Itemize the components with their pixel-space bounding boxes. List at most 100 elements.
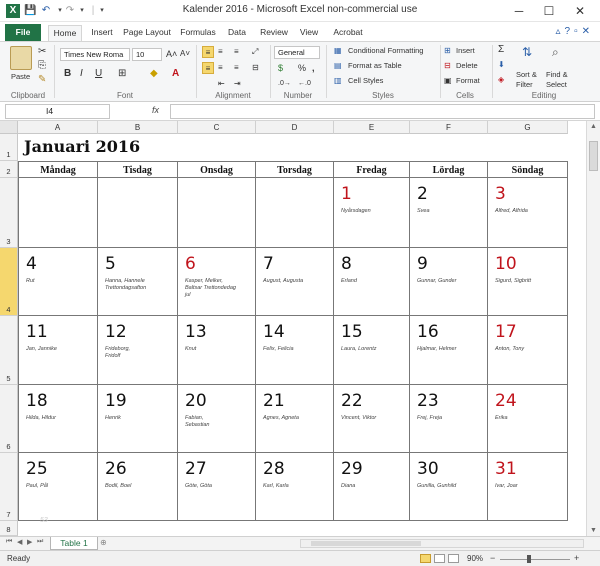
calendar-day-cell[interactable]: 16 Hjalmar, Helmer (410, 316, 488, 385)
close-button[interactable]: ✕ (566, 2, 594, 20)
calendar-day-cell[interactable]: 31 Ivar, Joar (488, 453, 568, 521)
last-sheet-icon[interactable]: ⏭ (37, 538, 43, 546)
calendar-day-cell[interactable]: 22 Vincent, Viktor (334, 385, 410, 453)
italic-button[interactable]: I (80, 68, 83, 80)
calendar-day-cell[interactable]: 17 Anton, Tony (488, 316, 568, 385)
sort-filter-button[interactable]: Sort & Filter (516, 70, 537, 90)
tab-page-layout[interactable]: Page Layout (120, 25, 174, 41)
insert-function-icon[interactable]: fx (152, 105, 159, 115)
window-restore-icon[interactable]: ▫ (574, 26, 582, 37)
delete-cells-button[interactable]: Delete (456, 61, 478, 71)
weekday-header[interactable]: Måndag (18, 161, 98, 178)
calendar-day-cell[interactable]: 28 Karl, Karla (256, 453, 334, 521)
column-header-g[interactable]: G (488, 121, 568, 134)
bold-button[interactable]: B (64, 68, 71, 80)
formula-input[interactable] (170, 104, 595, 119)
currency-button[interactable]: $ (278, 62, 283, 74)
weekday-header[interactable]: Torsdag (256, 161, 334, 178)
calendar-day-cell[interactable]: 10 Sigurd, Sigbritt (488, 248, 568, 316)
calendar-day-cell[interactable]: 5 Hanna, Hannele Trettondagsafton (98, 248, 178, 316)
tab-review[interactable]: Review (256, 25, 292, 41)
horizontal-scrollbar[interactable] (300, 539, 584, 548)
calendar-day-cell[interactable]: 2 Svea (410, 178, 488, 248)
row-header-6[interactable]: 6 (0, 385, 18, 453)
row-header-8[interactable]: 8 (0, 521, 18, 536)
format-cells-button[interactable]: Format (456, 76, 480, 86)
column-header-e[interactable]: E (334, 121, 410, 134)
calendar-day-cell[interactable] (98, 178, 178, 248)
calendar-day-cell[interactable]: 12 Frideborg, Fridolf (98, 316, 178, 385)
maximize-button[interactable]: ☐ (535, 2, 563, 20)
calendar-day-cell[interactable]: 9 Gunnar, Gunder (410, 248, 488, 316)
increase-decimal-icon[interactable]: .0→ (278, 78, 291, 90)
tab-insert[interactable]: Insert (86, 25, 118, 41)
help-icon[interactable]: ? (565, 26, 575, 37)
conditional-formatting-button[interactable]: Conditional Formatting (348, 46, 423, 56)
decrease-indent-icon[interactable]: ⇤ (218, 78, 225, 90)
next-sheet-icon[interactable]: ▶ (27, 538, 32, 546)
calendar-day-cell[interactable] (178, 178, 256, 248)
calendar-day-cell[interactable]: 26 Bodil, Boel (98, 453, 178, 521)
calendar-day-cell[interactable]: 7 August, Augusta (256, 248, 334, 316)
autosum-button[interactable]: Σ (498, 44, 504, 56)
underline-button[interactable]: U (95, 68, 102, 80)
align-top-icon[interactable]: ≡ (202, 46, 214, 58)
tab-data[interactable]: Data (222, 25, 252, 41)
font-color-icon[interactable]: A (172, 68, 179, 80)
calendar-day-cell[interactable] (18, 178, 98, 248)
zoom-slider-thumb[interactable] (527, 555, 531, 563)
calendar-day-cell[interactable]: 29 Diana (334, 453, 410, 521)
calendar-day-cell[interactable]: 20 Fabian, Sebastian (178, 385, 256, 453)
copy-icon[interactable]: ⎘ (38, 60, 46, 72)
insert-cells-button[interactable]: Insert (456, 46, 475, 56)
calendar-day-cell[interactable]: 14 Felix, Felicia (256, 316, 334, 385)
tab-acrobat[interactable]: Acrobat (328, 25, 368, 41)
calendar-day-cell[interactable]: 19 Henrik (98, 385, 178, 453)
row-header-1[interactable]: 1 (0, 134, 18, 161)
comma-button[interactable]: , (312, 62, 315, 74)
weekday-header[interactable]: Lördag (410, 161, 488, 178)
calendar-day-cell[interactable]: 8 Erland (334, 248, 410, 316)
normal-view-button[interactable] (420, 554, 431, 563)
decrease-decimal-icon[interactable]: ←.0 (298, 78, 311, 90)
clear-icon[interactable]: ◈ (498, 74, 504, 86)
minimize-ribbon-icon[interactable]: ▵ (555, 26, 564, 37)
calendar-day-cell[interactable]: 30 Gunilla, Gunhild (410, 453, 488, 521)
tab-file[interactable]: File (5, 24, 41, 41)
calendar-day-cell[interactable]: 1 Nyårsdagen (334, 178, 410, 248)
sheet-tab-table1[interactable]: Table 1 (50, 537, 98, 550)
fill-color-icon[interactable]: ◆ (150, 68, 158, 80)
calendar-day-cell[interactable]: 24 Erika (488, 385, 568, 453)
row-header-5[interactable]: 5 (0, 316, 18, 385)
calendar-day-cell[interactable]: 18 Hilda, Hildur (18, 385, 98, 453)
format-painter-icon[interactable]: ✎ (38, 74, 46, 86)
zoom-slider-track[interactable] (500, 559, 570, 560)
calendar-day-cell[interactable]: 13 Knut (178, 316, 256, 385)
page-layout-view-button[interactable] (434, 554, 445, 563)
weekday-header[interactable]: Söndag (488, 161, 568, 178)
align-bottom-icon[interactable]: ≡ (234, 46, 239, 58)
shrink-font-icon[interactable]: A˅ (180, 48, 190, 60)
horizontal-scroll-thumb[interactable] (311, 541, 421, 546)
tab-view[interactable]: View (294, 25, 324, 41)
vertical-scrollbar[interactable]: ▲ ▼ (586, 121, 600, 536)
column-header-d[interactable]: D (256, 121, 334, 134)
cell-styles-button[interactable]: Cell Styles (348, 76, 383, 86)
increase-indent-icon[interactable]: ⇥ (234, 78, 241, 90)
align-middle-icon[interactable]: ≡ (218, 46, 223, 58)
zoom-in-button[interactable]: + (574, 553, 579, 563)
percent-button[interactable]: % (298, 62, 306, 74)
prev-sheet-icon[interactable]: ◀ (17, 538, 22, 546)
calendar-day-cell[interactable]: 25 Paul, Pål (18, 453, 98, 521)
align-left-icon[interactable]: ≡ (202, 62, 214, 74)
row-header-3[interactable]: 3 (0, 178, 18, 248)
calendar-day-cell[interactable]: 6 Kasper, Melker, Baltsar Trettondedag ju… (178, 248, 256, 316)
calendar-day-cell[interactable]: 27 Göte, Göta (178, 453, 256, 521)
scroll-down-icon[interactable]: ▼ (587, 527, 600, 534)
align-center-icon[interactable]: ≡ (218, 62, 223, 74)
align-right-icon[interactable]: ≡ (234, 62, 239, 74)
column-header-c[interactable]: C (178, 121, 256, 134)
paste-icon[interactable] (10, 46, 32, 70)
find-select-button[interactable]: Find & Select (546, 70, 568, 90)
zoom-level[interactable]: 90% (467, 554, 483, 563)
